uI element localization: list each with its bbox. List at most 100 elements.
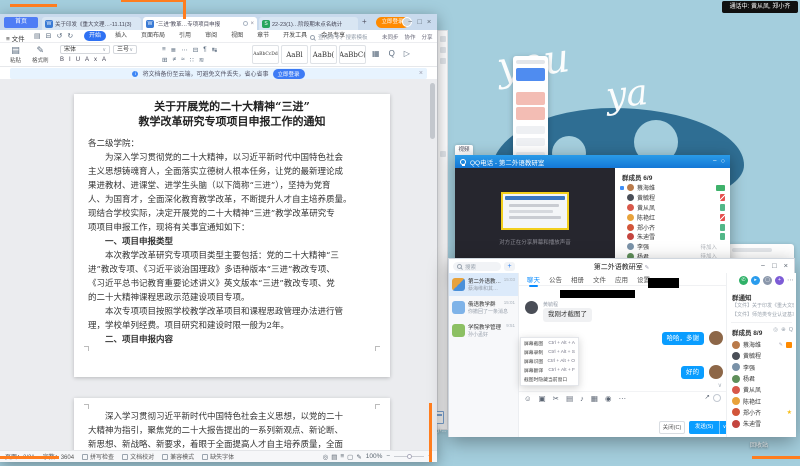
more-icon[interactable]: ⋯ xyxy=(787,276,794,285)
quick-access-icon[interactable]: ↻ xyxy=(67,32,73,40)
quick-access-icon[interactable]: ⊟ xyxy=(46,32,52,40)
paragraph-button[interactable]: ≋ xyxy=(199,56,204,64)
paragraph-button[interactable]: ↹ xyxy=(212,46,217,54)
conversation-item[interactable]: 第二外语教… 15:03 蔡海维和其… xyxy=(449,273,518,296)
menu-item[interactable]: 屏幕录制 Ctrl + Alt + S xyxy=(521,348,578,357)
ribbon-tab[interactable]: 开发工具 xyxy=(278,31,312,41)
paragraph-button[interactable]: ⊞ xyxy=(162,56,167,64)
chat-tab[interactable]: 应用 xyxy=(615,274,628,284)
paragraph-button[interactable]: ⊟ xyxy=(193,46,198,54)
login-badge[interactable]: 立即登录 xyxy=(376,17,412,28)
paragraph-button[interactable]: ⋯ xyxy=(181,46,188,54)
paste-button[interactable]: ▤ 粘贴 xyxy=(10,45,21,64)
font-style-button[interactable]: I xyxy=(69,57,71,63)
wps-home-button[interactable]: 首页 xyxy=(4,17,38,28)
status-flag[interactable]: 兼容模式 xyxy=(162,452,194,461)
chat-tab[interactable]: 聊天 xyxy=(527,274,540,287)
font-style-button[interactable]: x xyxy=(94,57,97,63)
group-member-row[interactable]: 陈艳红 ✎ ★ xyxy=(727,395,797,406)
chat-tab[interactable]: 文件 xyxy=(593,274,606,284)
paragraph-button[interactable]: ¶ xyxy=(203,46,207,54)
quick-access-icon[interactable]: ▤ xyxy=(34,32,41,40)
voice-call-icon[interactable]: ✆ xyxy=(739,276,748,285)
status-flag[interactable]: 拼写检查 xyxy=(82,452,114,461)
format-painter-button[interactable]: ✎ 格式刷 xyxy=(32,45,49,64)
video-tab-button[interactable]: 视频 xyxy=(455,145,473,155)
call-member-row[interactable]: 朱迪雪 xyxy=(615,232,730,242)
vertical-scrollbar[interactable] xyxy=(430,81,435,447)
view-mode-icon[interactable]: ◎ xyxy=(323,453,329,461)
ribbon-tab[interactable]: 插入 xyxy=(110,31,132,41)
minimize-button[interactable]: − xyxy=(713,158,717,165)
screenshot-icon[interactable]: ▣ xyxy=(539,394,546,403)
font-family-select[interactable]: 宋体 ∨ xyxy=(60,45,110,54)
group-notice-item[interactable]: 【文件】师范类专业认证基本知… xyxy=(732,311,794,318)
close-chat-button[interactable]: 关闭(C) xyxy=(659,421,685,434)
document-page-2[interactable]: 深入学习贯彻习近平新时代中国特色社会主义思想，以党的二十 大精神为指引，聚焦党的二… xyxy=(74,398,390,450)
emoji-icon[interactable]: ☺ xyxy=(524,394,532,403)
call-member-row[interactable]: 郑小齐 xyxy=(615,222,730,232)
zoom-slider-knob[interactable] xyxy=(407,454,413,459)
send-button[interactable]: 发送(S) xyxy=(689,421,719,434)
status-flag[interactable]: 文档校对 xyxy=(122,452,154,461)
group-member-row[interactable]: 朱迪雪 ✎ ★ xyxy=(727,418,797,429)
scissors-icon[interactable]: ✂ xyxy=(553,394,559,403)
document-tab[interactable]: W 关于印发《重大文理…-11.11(3) × xyxy=(42,17,141,30)
group-notice-item[interactable]: 【文件】关于印发《重大文理学… xyxy=(732,302,794,309)
close-button[interactable]: × xyxy=(427,17,431,27)
image-icon[interactable]: ▦ xyxy=(591,394,598,403)
close-button[interactable]: × xyxy=(784,261,788,271)
paragraph-button[interactable]: ≈ xyxy=(181,56,185,64)
paragraph-button[interactable]: ∷ xyxy=(190,56,194,64)
folder-icon[interactable]: ▤ xyxy=(566,394,573,403)
menu-right-action[interactable]: 协作 xyxy=(405,33,416,41)
document-tab[interactable]: S 22-23(1)…阶段期末点名统计 × xyxy=(259,17,358,30)
group-notice-header[interactable]: 群通知 xyxy=(732,292,752,302)
call-member-row[interactable]: 蔡海维 xyxy=(615,183,730,193)
avatar[interactable] xyxy=(709,365,723,379)
pin-icon[interactable] xyxy=(243,21,249,26)
style-chip[interactable]: AaBb( xyxy=(310,45,337,64)
palette-button[interactable] xyxy=(516,68,545,81)
ribbon-tab[interactable]: 审阅 xyxy=(200,31,222,41)
view-mode-icon[interactable]: ▤ xyxy=(331,453,337,461)
expand-icon[interactable]: ↗ xyxy=(705,393,710,401)
menu-item[interactable]: 截图时隐藏当前窗口 xyxy=(521,375,578,384)
search-members-icon[interactable]: Q xyxy=(789,327,793,333)
zoom-out-button[interactable]: − xyxy=(386,453,390,460)
group-member-row[interactable]: 郑小齐 ✎ ★ xyxy=(727,407,797,418)
maximize-button[interactable]: □ xyxy=(417,17,422,27)
palette-row[interactable] xyxy=(516,92,545,105)
close-icon[interactable]: × xyxy=(250,21,254,27)
call-member-row[interactable]: 李强 待加入 xyxy=(615,242,730,252)
paragraph-button[interactable]: ≠ xyxy=(172,56,176,64)
call-member-row[interactable]: 黄毓程 xyxy=(615,193,730,203)
font-style-button[interactable]: B xyxy=(60,57,64,63)
ribbon-tool[interactable]: Q xyxy=(389,49,395,58)
screen-share-thumbnail[interactable] xyxy=(501,192,569,230)
edit-icon[interactable]: ✎ xyxy=(645,265,650,271)
menu-right-action[interactable]: 未同步 xyxy=(382,33,399,41)
font-size-select[interactable]: 三号 ∨ xyxy=(113,45,137,54)
add-button[interactable]: + xyxy=(504,262,515,271)
search-input[interactable]: 搜索 xyxy=(453,262,501,271)
group-member-row[interactable]: 李强 ✎ ★ xyxy=(727,362,797,373)
maximize-button[interactable]: □ xyxy=(772,261,777,271)
add-member-icon[interactable]: ⊕ xyxy=(781,327,786,333)
chat-tab[interactable]: 公告 xyxy=(549,274,562,284)
view-mode-icon[interactable]: ≡ xyxy=(340,453,344,461)
menu-item[interactable]: 屏幕识图 Ctrl + Alt + O xyxy=(521,357,578,366)
document-canvas[interactable]: 关于开展党的二十大精神“三进” 教学改革研究专项项目申报工作的通知 各二级学院：… xyxy=(0,79,437,450)
group-member-row[interactable]: 蔡海维 ✎ ★ xyxy=(727,339,797,350)
mic-icon[interactable]: ◉ xyxy=(605,394,612,403)
group-member-row[interactable]: 黄从凤 ✎ ★ xyxy=(727,384,797,395)
chevron-down-icon[interactable]: ∨ xyxy=(718,382,722,389)
quick-access-icon[interactable]: ↺ xyxy=(57,32,63,40)
command-search[interactable]: 查找命令、搜索模板 xyxy=(310,33,368,41)
ribbon-tab[interactable]: 引用 xyxy=(174,31,196,41)
scrollbar-thumb[interactable] xyxy=(430,83,435,139)
status-flag[interactable]: 缺失字体 xyxy=(202,452,234,461)
settings-icon[interactable]: ○ xyxy=(721,158,725,165)
ribbon-tab[interactable]: 章节 xyxy=(252,31,274,41)
more-icon[interactable]: ⋯ xyxy=(619,394,627,403)
